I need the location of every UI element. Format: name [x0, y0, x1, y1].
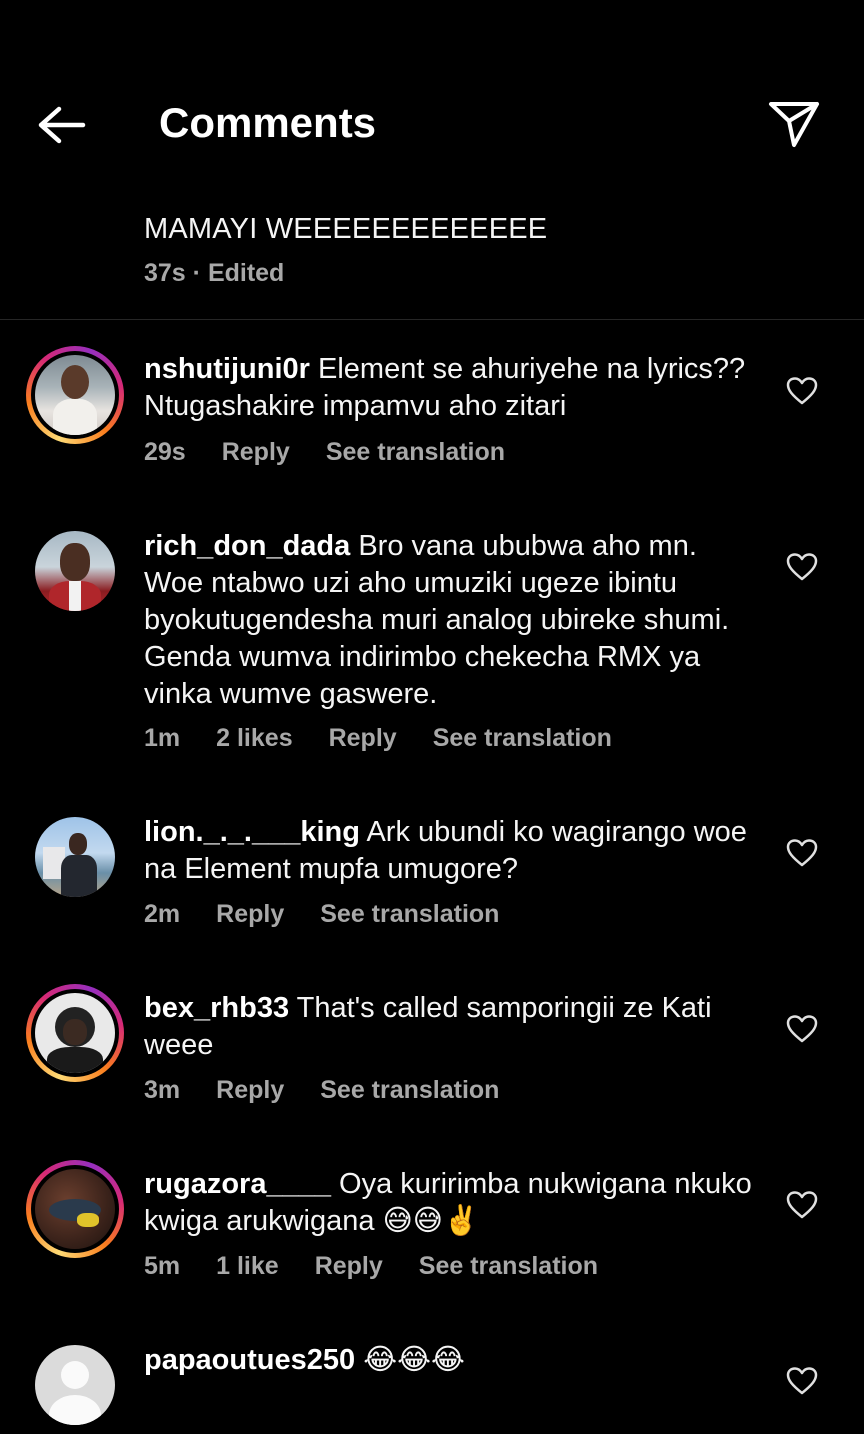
- see-translation-button[interactable]: See translation: [419, 1252, 598, 1281]
- heart-icon[interactable]: [786, 1190, 818, 1220]
- avatar: [35, 817, 115, 897]
- likes-count[interactable]: 2 likes: [216, 724, 292, 753]
- caption-text: MAMAYI WEEEEEEEEEEEEE: [144, 213, 548, 245]
- see-translation-button[interactable]: See translation: [320, 900, 499, 929]
- caption-time: 37s: [144, 259, 186, 287]
- avatar: [35, 531, 115, 611]
- avatar-story-ring[interactable]: [26, 984, 124, 1082]
- see-translation-button[interactable]: See translation: [320, 1076, 499, 1105]
- comment-username[interactable]: rugazora____: [144, 1168, 331, 1200]
- comment-text: rich_don_dada Bro vana ububwa aho mn. Wo…: [144, 528, 754, 713]
- heart-icon[interactable]: [786, 552, 818, 582]
- comment-text: lion._._.___king Ark ubundi ko wagirango…: [144, 814, 754, 888]
- avatar-story-ring[interactable]: [26, 1160, 124, 1258]
- comment-username[interactable]: papaoutues250: [144, 1344, 355, 1376]
- comment-text: nshutijuni0r Element se ahuriyehe na lyr…: [144, 351, 754, 425]
- comment-time: 1m: [144, 724, 181, 752]
- reply-button[interactable]: Reply: [329, 724, 397, 753]
- arrow-left-icon: [38, 106, 86, 144]
- caption-edited: Edited: [207, 259, 285, 287]
- avatar-story-ring[interactable]: [26, 346, 124, 444]
- back-button[interactable]: [30, 98, 92, 152]
- see-translation-button[interactable]: See translation: [433, 724, 612, 753]
- comments-header: Comments: [0, 0, 864, 190]
- comment-meta: 2m Reply See translation: [144, 900, 535, 929]
- comment-meta: 29s Reply See translation: [144, 438, 541, 467]
- avatar-wrap[interactable]: [26, 522, 124, 620]
- reply-button[interactable]: Reply: [315, 1252, 383, 1281]
- share-button[interactable]: [764, 96, 824, 152]
- comment-text: papaoutues250 😂😂😂: [144, 1342, 754, 1379]
- comment-username[interactable]: nshutijuni0r: [144, 353, 310, 385]
- comment-username[interactable]: bex_rhb33: [144, 992, 289, 1024]
- avatar-wrap[interactable]: [26, 808, 124, 906]
- likes-count[interactable]: 1 like: [216, 1252, 279, 1281]
- avatar: [35, 355, 115, 435]
- avatar: [35, 993, 115, 1073]
- comment-time: 2m: [144, 900, 181, 928]
- heart-icon[interactable]: [786, 1366, 818, 1396]
- reply-button[interactable]: Reply: [222, 438, 290, 467]
- reply-button[interactable]: Reply: [216, 1076, 284, 1105]
- comment-time: 3m: [144, 1076, 181, 1104]
- page-title: Comments: [159, 99, 377, 146]
- divider: [0, 319, 864, 320]
- avatar: [35, 1169, 115, 1249]
- heart-icon[interactable]: [786, 376, 818, 406]
- send-icon: [769, 102, 819, 147]
- comment-text: bex_rhb33 That's called samporingii ze K…: [144, 990, 754, 1064]
- avatar-placeholder: [35, 1345, 115, 1425]
- comment-username[interactable]: lion._._.___king: [144, 816, 360, 848]
- caption-meta: 37s · Edited: [144, 259, 285, 287]
- comment-body: 😂😂😂: [355, 1344, 465, 1376]
- see-translation-button[interactable]: See translation: [326, 438, 505, 467]
- comment-meta: 1m 2 likes Reply See translation: [144, 724, 648, 753]
- post-caption: MAMAYI WEEEEEEEEEEEEE 37s · Edited: [144, 210, 547, 289]
- heart-icon[interactable]: [786, 838, 818, 868]
- comment-meta: 3m Reply See translation: [144, 1076, 535, 1105]
- comment-time: 29s: [144, 438, 186, 466]
- comment-meta: 5m 1 like Reply See translation: [144, 1252, 634, 1281]
- comment-text: rugazora____ Oya kuririmba nukwigana nku…: [144, 1166, 754, 1240]
- comment-time: 5m: [144, 1252, 181, 1280]
- avatar-wrap[interactable]: [26, 1336, 124, 1434]
- reply-button[interactable]: Reply: [216, 900, 284, 929]
- heart-icon[interactable]: [786, 1014, 818, 1044]
- comment-username[interactable]: rich_don_dada: [144, 530, 350, 562]
